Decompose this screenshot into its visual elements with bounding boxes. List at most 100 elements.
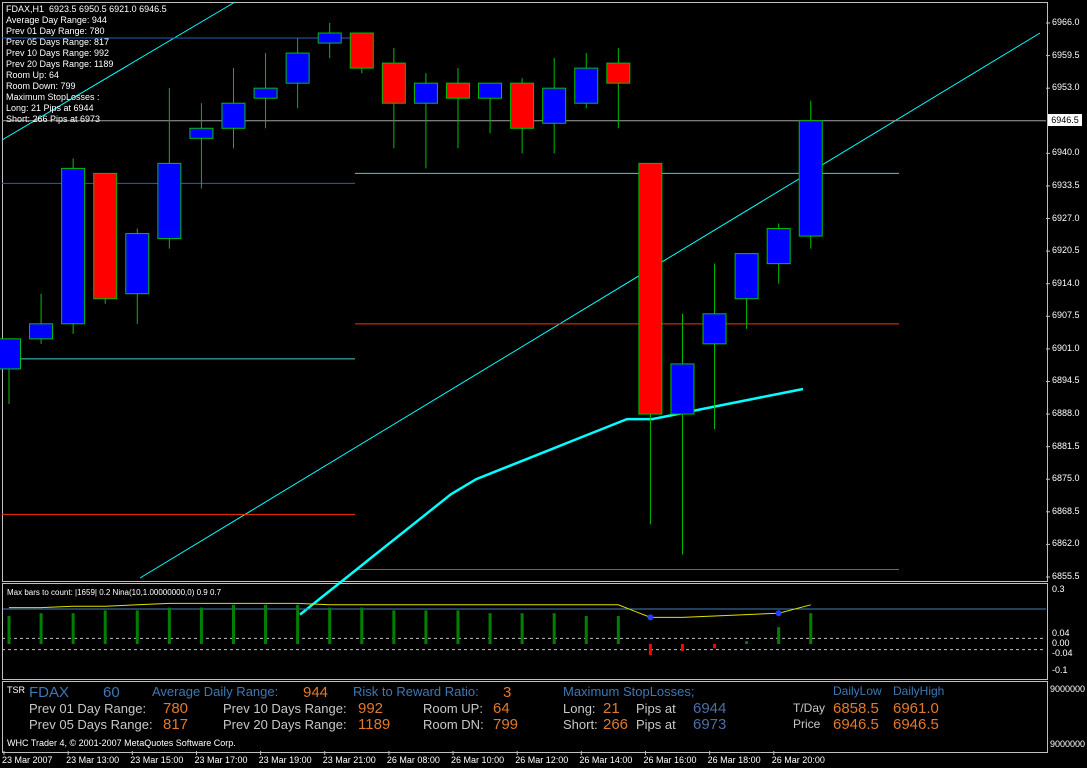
price-tick-label: 6855.5 [1052, 571, 1080, 581]
candle-body [413, 82, 438, 104]
candle-body [445, 82, 470, 99]
short-pips-value: 266 [603, 716, 629, 733]
moving-average-line [299, 387, 804, 616]
info-line: Prev 20 Days Range: 1189 [6, 59, 114, 69]
time-tick-label: 23 Mar 19:00 [258, 755, 312, 765]
oscillator-pane[interactable] [2, 583, 1048, 680]
price-tick-label: 6914.0 [1052, 277, 1080, 288]
time-tick-label: 26 Mar 12:00 [515, 755, 569, 765]
price-tick-label: 6927.0 [1052, 212, 1080, 223]
price-tick-label: 6875.0 [1052, 473, 1080, 484]
room-up-value: 64 [493, 700, 510, 717]
candle-body [125, 233, 150, 295]
candle-body [189, 127, 214, 139]
max-stoploss-label: Maximum StopLosses; [563, 684, 695, 699]
candle-body [734, 253, 759, 300]
short-price-value: 6973 [693, 716, 727, 733]
prev10-label: Prev 10 Days Range: [223, 701, 347, 716]
avg-daily-range-value: 944 [303, 684, 329, 701]
tday-label: T/Day [793, 701, 826, 715]
time-tick-label: 26 Mar 16:00 [643, 755, 697, 765]
long-price-value: 6944 [693, 700, 727, 717]
price-tick-label: 6894.5 [1052, 375, 1080, 386]
long-pips-at-label: Pips at [636, 701, 676, 716]
rr-label: Risk to Reward Ratio: [353, 684, 479, 699]
room-up-label: Room UP: [423, 701, 483, 716]
prev01-label: Prev 01 Day Range: [29, 701, 147, 716]
daily-high-label: DailyHigh [893, 684, 945, 698]
time-tick-label: 23 Mar 15:00 [130, 755, 184, 765]
avg-daily-range-label: Average Daily Range: [152, 684, 279, 699]
candle-body [478, 82, 503, 99]
candle-body [702, 313, 727, 345]
price-tick-label: 6907.5 [1052, 310, 1080, 321]
time-tick-label: 26 Mar 20:00 [771, 755, 825, 765]
long-pips-value: 21 [603, 700, 620, 717]
candle-body [93, 172, 118, 300]
oscillator-title: Max bars to count: |1659| 0.2 Nina(10,1.… [7, 588, 222, 597]
time-tick-label: 23 Mar 21:00 [322, 755, 376, 765]
info-line: Room Up: 64 [6, 70, 60, 80]
osc-tick-label: 0.3 [1052, 584, 1065, 594]
room-dn-label: Room DN: [423, 717, 484, 732]
prev10-value: 992 [358, 700, 384, 717]
candle-body [670, 363, 695, 415]
volume-axis-top: 9000000 [1050, 684, 1086, 694]
candle-body [542, 87, 567, 124]
candle-body [157, 162, 182, 240]
short-pips-at-label: Pips at [636, 717, 676, 732]
candle-body [574, 67, 599, 104]
info-line: Average Day Range: 944 [6, 15, 107, 25]
info-line: Prev 10 Days Range: 992 [6, 48, 110, 58]
candle-body [61, 167, 86, 325]
current-price-label: 6946.5 [1048, 114, 1082, 126]
price-tick-label: 6959.5 [1052, 49, 1080, 60]
price-tick-label: 6953.0 [1052, 82, 1080, 93]
tsr-period: 60 [103, 684, 120, 701]
long-label: Long: [563, 701, 596, 716]
candle-body [317, 32, 342, 44]
prev01-value: 780 [163, 700, 189, 717]
time-tick-label: 23 Mar 13:00 [66, 755, 120, 765]
prev05-value: 817 [163, 716, 189, 733]
info-line: Long: 21 Pips at 6944 [6, 103, 94, 113]
copyright-text: WHC Trader 4, © 2001-2007 MetaQuotes Sof… [7, 738, 236, 748]
chart-header: FDAX,H1 6923.5 6950.5 6921.0 6946.5 [6, 4, 167, 15]
price-tick-label: 6881.5 [1052, 440, 1080, 451]
osc-tick-label: -0.04 [1052, 648, 1073, 658]
candle-body [381, 62, 406, 104]
candle-body [349, 32, 374, 69]
room-dn-value: 799 [493, 716, 519, 733]
candle-body [29, 323, 54, 340]
candle-body [0, 338, 21, 370]
rr-value: 3 [503, 684, 512, 701]
price-tick-label: 6933.5 [1052, 179, 1080, 190]
tday-high-value: 6961.0 [893, 700, 939, 717]
info-line: Short: 266 Pips at 6973 [6, 114, 101, 124]
tday-low-value: 6858.5 [833, 700, 879, 717]
candle-body [221, 102, 246, 129]
price-high-value: 6946.5 [893, 716, 939, 733]
info-line: Prev 05 Days Range: 817 [6, 37, 110, 47]
tsr-tag: TSR [7, 685, 25, 695]
osc-tick-label: 0.00 [1052, 638, 1070, 648]
osc-tick-label: -0.1 [1052, 665, 1068, 675]
trend-line-main [139, 32, 1041, 579]
volume-axis-bottom: 9000000 [1050, 739, 1086, 749]
prev20-value: 1189 [358, 716, 391, 733]
time-tick-label: 26 Mar 08:00 [386, 755, 440, 765]
time-tick-label: 26 Mar 14:00 [579, 755, 633, 765]
ohlc-readout: 6923.5 6950.5 6921.0 6946.5 [49, 4, 167, 14]
candle-body [798, 120, 823, 237]
daily-low-label: DailyLow [833, 684, 882, 698]
short-label: Short: [563, 717, 598, 732]
info-line: Maximum StopLosses : [6, 92, 100, 102]
candle-body [638, 162, 663, 415]
candle-body [606, 62, 631, 84]
candle-body [253, 87, 278, 99]
price-tick-label: 6920.5 [1052, 245, 1080, 256]
price-label: Price [793, 717, 821, 731]
symbol-timeframe: FDAX,H1 [6, 4, 45, 14]
price-tick-label: 6940.0 [1052, 147, 1080, 158]
price-low-value: 6946.5 [833, 716, 879, 733]
